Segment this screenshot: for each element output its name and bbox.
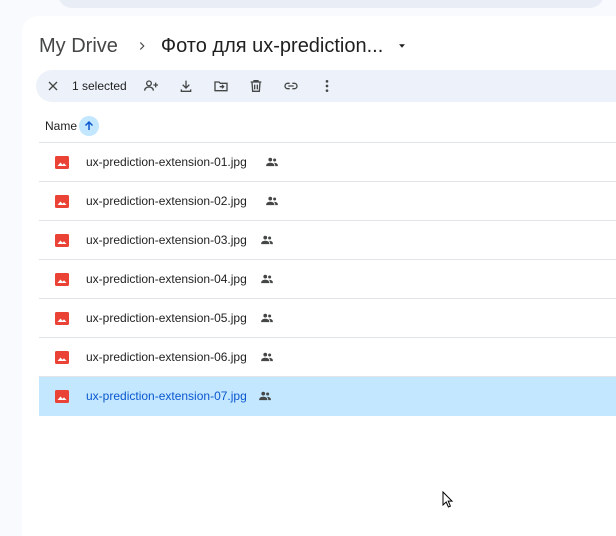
- move-icon[interactable]: [212, 77, 230, 95]
- file-name[interactable]: ux-prediction-extension-07.jpg: [86, 389, 247, 403]
- file-row[interactable]: ux-prediction-extension-05.jpg: [39, 299, 616, 338]
- image-file-icon: [55, 195, 69, 208]
- file-list: ux-prediction-extension-01.jpg ux-predict…: [39, 143, 616, 416]
- image-file-icon: [55, 273, 69, 286]
- file-name[interactable]: ux-prediction-extension-05.jpg: [86, 311, 247, 325]
- image-file-icon: [55, 390, 69, 403]
- column-header-name[interactable]: Name: [45, 119, 77, 133]
- selected-count: 1 selected: [72, 79, 127, 93]
- file-name[interactable]: ux-prediction-extension-03.jpg: [86, 233, 247, 247]
- link-icon[interactable]: [282, 77, 300, 95]
- shared-people-icon: [261, 352, 273, 362]
- breadcrumb: My Drive Фото для ux-prediction...: [39, 34, 409, 58]
- file-name[interactable]: ux-prediction-extension-01.jpg: [86, 155, 247, 169]
- file-row[interactable]: ux-prediction-extension-06.jpg: [39, 338, 616, 377]
- file-row[interactable]: ux-prediction-extension-03.jpg: [39, 221, 616, 260]
- shared-people-icon: [266, 157, 278, 167]
- file-row[interactable]: ux-prediction-extension-04.jpg: [39, 260, 616, 299]
- shared-people-icon: [266, 196, 278, 206]
- delete-icon[interactable]: [247, 77, 265, 95]
- selection-toolbar: 1 selected: [36, 70, 616, 102]
- file-name[interactable]: ux-prediction-extension-02.jpg: [86, 194, 247, 208]
- mouse-cursor-icon: [442, 491, 454, 508]
- image-file-icon: [55, 351, 69, 364]
- close-icon[interactable]: [44, 77, 62, 95]
- breadcrumb-current-folder[interactable]: Фото для ux-prediction...: [161, 35, 383, 58]
- chevron-right-icon: [139, 42, 145, 50]
- list-header: Name: [39, 116, 616, 143]
- shared-people-icon: [261, 235, 273, 245]
- share-icon[interactable]: [142, 77, 160, 95]
- image-file-icon: [55, 234, 69, 247]
- image-file-icon: [55, 156, 69, 169]
- shared-people-icon: [261, 313, 273, 323]
- more-icon[interactable]: [318, 77, 336, 95]
- file-row[interactable]: ux-prediction-extension-07.jpg: [39, 377, 616, 416]
- sort-arrow-up-icon[interactable]: [79, 116, 99, 136]
- file-row[interactable]: ux-prediction-extension-02.jpg: [39, 182, 616, 221]
- main-panel: My Drive Фото для ux-prediction... 1 sel…: [22, 16, 616, 536]
- file-row[interactable]: ux-prediction-extension-01.jpg: [39, 143, 616, 182]
- search-bar-edge[interactable]: [58, 0, 604, 8]
- image-file-icon: [55, 312, 69, 325]
- arrow-drop-down-icon[interactable]: [395, 39, 409, 53]
- shared-people-icon: [261, 274, 273, 284]
- shared-people-icon: [259, 391, 271, 401]
- file-name[interactable]: ux-prediction-extension-04.jpg: [86, 272, 247, 286]
- download-icon[interactable]: [177, 77, 195, 95]
- file-name[interactable]: ux-prediction-extension-06.jpg: [86, 350, 247, 364]
- breadcrumb-my-drive[interactable]: My Drive: [39, 35, 118, 58]
